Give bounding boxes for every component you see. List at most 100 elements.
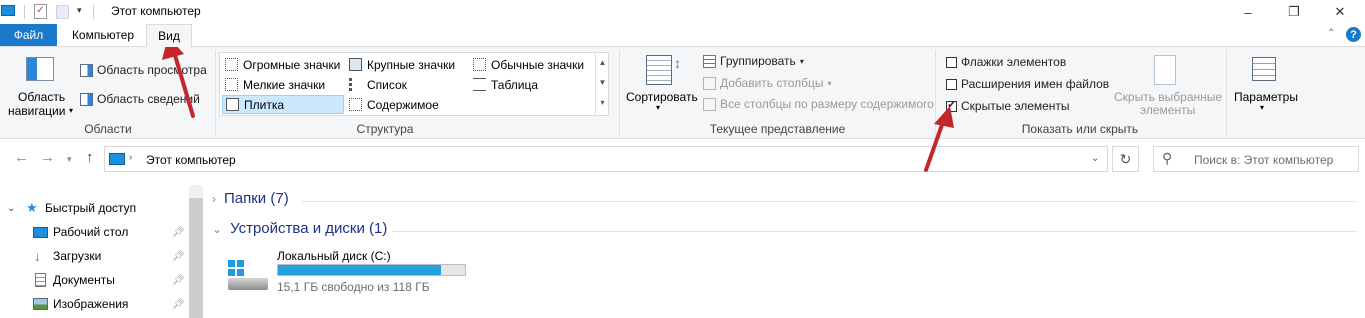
- recent-locations-button[interactable]: ▾: [67, 154, 72, 165]
- group-by-icon: [703, 54, 716, 68]
- chevron-down-icon: ▾: [656, 103, 661, 112]
- maximize-button[interactable]: ❐: [1271, 0, 1317, 24]
- size-columns-button[interactable]: Все столбцы по размеру содержимого: [703, 97, 934, 111]
- forward-button[interactable]: →: [40, 149, 55, 166]
- up-button[interactable]: ↑: [86, 149, 94, 166]
- computer-icon: [109, 153, 125, 165]
- qat-separator: [24, 5, 25, 19]
- expand-chevron-icon[interactable]: ⌄: [7, 203, 15, 214]
- nav-pane-label-line2: навигации: [8, 104, 66, 118]
- devices-section-header[interactable]: ⌄ Устройства и диски (1): [212, 220, 387, 237]
- pictures-icon: [33, 298, 48, 310]
- sort-by-button[interactable]: ↕ Сортировать ▾: [624, 53, 698, 115]
- pin-icon[interactable]: 📌︎: [172, 299, 185, 310]
- hide-selected-icon: [1154, 55, 1176, 85]
- item-checkboxes-checkbox[interactable]: [946, 56, 957, 68]
- add-columns-label: Добавить столбцы: [720, 76, 824, 90]
- minimize-button[interactable]: –: [1225, 0, 1271, 24]
- item-checkboxes-label: Флажки элементов: [961, 55, 1067, 69]
- section-divider: [302, 201, 1357, 202]
- refresh-button[interactable]: ↻: [1112, 146, 1139, 172]
- quick-access-label: Быстрый доступ: [45, 201, 137, 215]
- nav-pane-scroll-thumb[interactable]: [189, 198, 203, 318]
- item-checkboxes-option[interactable]: Флажки элементов: [946, 55, 1066, 69]
- hard-drive-icon: [228, 278, 268, 290]
- layout-tiles[interactable]: Плитка: [222, 95, 344, 114]
- group-by-label: Группировать: [720, 54, 796, 68]
- file-extensions-checkbox[interactable]: [946, 78, 957, 90]
- nav-item-desktop[interactable]: Рабочий стол 📌︎: [0, 221, 185, 243]
- group-separator: [619, 50, 620, 136]
- pin-icon[interactable]: 📌︎: [172, 227, 185, 238]
- group-separator: [1226, 50, 1227, 136]
- search-box[interactable]: ⚲ Поиск в: Этот компьютер: [1153, 146, 1359, 172]
- group-label-show-hide: Показать или скрыть: [1021, 122, 1139, 136]
- properties-icon[interactable]: ✓: [34, 4, 47, 19]
- pin-icon[interactable]: 📌︎: [172, 251, 185, 262]
- layout-extra-large-icons[interactable]: Огромные значки: [222, 55, 344, 74]
- file-extensions-option[interactable]: Расширения имен файлов: [946, 77, 1109, 91]
- help-icon[interactable]: ?: [1346, 27, 1361, 42]
- pin-icon[interactable]: 📌︎: [172, 275, 185, 286]
- add-columns-button[interactable]: Добавить столбцы ▾: [703, 76, 832, 90]
- folders-section-header[interactable]: › Папки (7): [212, 190, 289, 207]
- tab-file[interactable]: Файл: [0, 24, 57, 46]
- address-path[interactable]: Этот компьютер: [146, 153, 236, 167]
- layout-small-icons[interactable]: Мелкие значки: [222, 75, 344, 94]
- gallery-scrollbar[interactable]: ▲ ▼ ▾: [595, 53, 609, 115]
- file-extensions-label: Расширения имен файлов: [961, 77, 1110, 91]
- tiles-icon: [226, 98, 239, 111]
- nav-item-pictures[interactable]: Изображения 📌︎: [0, 293, 185, 315]
- collapse-ribbon-icon[interactable]: ⌃: [1327, 28, 1335, 39]
- extra-large-icons-icon: [225, 58, 238, 71]
- layout-label: Мелкие значки: [243, 77, 326, 92]
- nav-item-label: Документы: [53, 273, 115, 287]
- search-input[interactable]: Поиск в: Этот компьютер: [1194, 153, 1333, 167]
- layout-medium-icons[interactable]: Обычные значки: [470, 55, 592, 74]
- nav-item-label: Загрузки: [53, 249, 102, 263]
- drive-usage-fill: [278, 265, 442, 275]
- hide-selected-button[interactable]: Скрыть выбранные элементы: [1113, 53, 1223, 117]
- tab-view[interactable]: Вид: [146, 24, 192, 47]
- drive-name: Локальный диск (C:): [277, 249, 391, 263]
- breadcrumb-chevron-icon[interactable]: ›: [129, 152, 132, 163]
- new-folder-icon[interactable]: [56, 5, 69, 19]
- title-bar: ✓ ▾ Этот компьютер – ❐ ✕: [0, 0, 1365, 24]
- details-icon: [473, 78, 486, 91]
- size-columns-icon: [703, 97, 716, 111]
- options-button[interactable]: Параметры ▾: [1230, 53, 1300, 115]
- devices-section-label: Устройства и диски (1): [230, 220, 388, 237]
- nav-item-label: Рабочий стол: [53, 225, 129, 239]
- layout-list[interactable]: Список: [346, 75, 466, 94]
- search-icon: ⚲: [1162, 150, 1173, 166]
- layout-content[interactable]: Содержимое: [346, 95, 466, 114]
- sort-by-label: Сортировать: [626, 90, 698, 104]
- nav-item-downloads[interactable]: ↓ Загрузки 📌︎: [0, 245, 185, 267]
- size-columns-label: Все столбцы по размеру содержимого: [720, 97, 934, 111]
- back-button[interactable]: ←: [14, 149, 29, 166]
- layout-label: Содержимое: [367, 97, 439, 112]
- add-columns-icon: [703, 76, 716, 90]
- group-by-button[interactable]: Группировать ▾: [703, 54, 804, 68]
- layout-large-icons[interactable]: Крупные значки: [346, 55, 466, 74]
- close-button[interactable]: ✕: [1317, 0, 1363, 24]
- star-icon: ★: [26, 200, 38, 215]
- customize-qat-icon[interactable]: ▾: [77, 5, 82, 16]
- tab-computer[interactable]: Компьютер: [67, 24, 139, 46]
- preview-pane-icon: [80, 63, 93, 77]
- ribbon-tabs: [0, 24, 1365, 46]
- hide-selected-label-line1: Скрыть выбранные: [1114, 90, 1223, 104]
- address-dropdown-icon[interactable]: ⌄: [1091, 153, 1099, 164]
- hidden-items-label: Скрытые элементы: [961, 99, 1070, 113]
- small-icons-icon: [225, 78, 238, 91]
- layout-details[interactable]: Таблица: [470, 75, 592, 94]
- document-icon: [35, 273, 46, 287]
- sort-icon: [646, 55, 672, 85]
- chevron-down-icon: ▾: [827, 78, 832, 88]
- nav-pane-button[interactable]: Область навигации ▾: [6, 55, 74, 118]
- layout-label: Обычные значки: [491, 57, 585, 72]
- hidden-items-option[interactable]: ✔ Скрытые элементы: [946, 99, 1070, 113]
- chevron-right-icon: ›: [212, 191, 216, 206]
- nav-item-documents[interactable]: Документы 📌︎: [0, 269, 185, 291]
- computer-icon: [1, 5, 15, 16]
